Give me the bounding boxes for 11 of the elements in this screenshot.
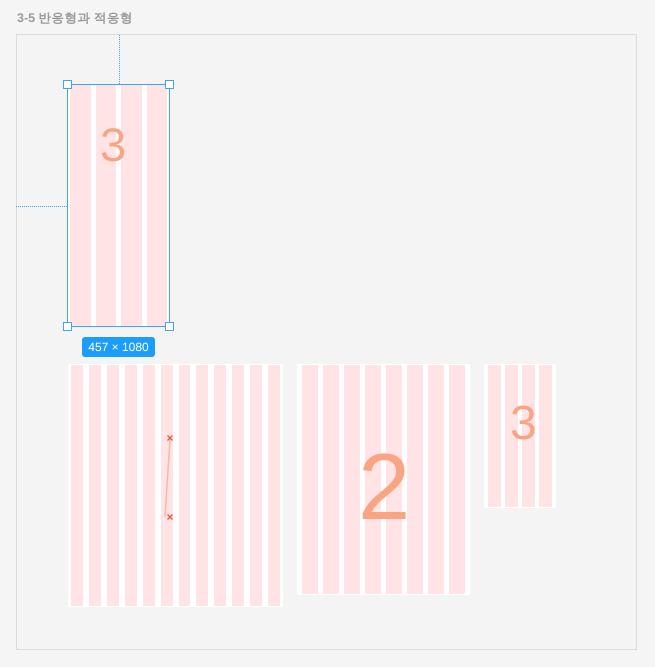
anchor-point-icon <box>167 435 173 441</box>
anchor-point-icon <box>167 514 173 520</box>
size-label: 457 × 1080 <box>82 337 155 357</box>
resize-handle[interactable] <box>165 322 174 331</box>
resize-handle[interactable] <box>63 322 72 331</box>
handwritten-digit: 2 <box>358 440 410 534</box>
resize-handle[interactable] <box>63 80 72 89</box>
handwritten-digit: 3 <box>100 121 126 168</box>
resize-handle[interactable] <box>165 80 174 89</box>
handwritten-digit: 3 <box>510 400 537 448</box>
section-title: 3-5 반응형과 적응형 <box>17 10 134 26</box>
